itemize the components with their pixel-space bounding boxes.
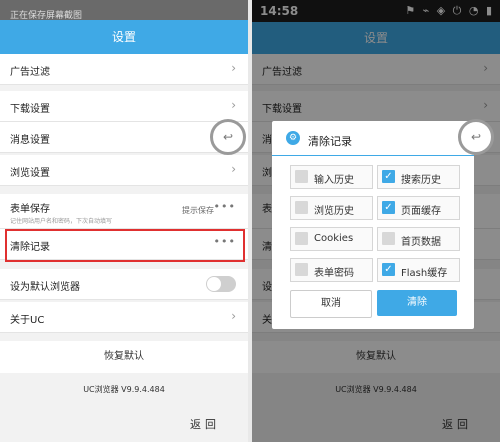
- back-button[interactable]: 返回: [190, 416, 220, 432]
- dialog-divider: [272, 155, 474, 156]
- option-label: Flash缓存: [401, 268, 448, 279]
- option-cookies[interactable]: Cookies: [290, 227, 373, 251]
- chevron-right-icon: ›: [231, 309, 236, 323]
- toggle-knob: [207, 277, 221, 291]
- option-label: 首页数据: [401, 237, 441, 248]
- option-label: 浏览历史: [314, 206, 354, 217]
- clear-button[interactable]: 清除: [377, 290, 457, 316]
- checkbox-checked-icon: ✓: [382, 170, 395, 183]
- option-label: 搜索历史: [401, 175, 441, 186]
- chevron-right-icon: ›: [231, 98, 236, 112]
- checkbox-unchecked-icon: [382, 232, 395, 245]
- option-input-history[interactable]: 输入历史: [290, 165, 373, 189]
- item-value: 提示保存: [182, 206, 214, 215]
- settings-item-about[interactable]: 关于UC ›: [0, 302, 248, 333]
- option-label: 页面缓存: [401, 206, 441, 217]
- settings-item-form-save[interactable]: 表单保存 记住网站用户名和密码，下次自动填写 提示保存 •••: [0, 194, 248, 229]
- checkbox-checked-icon: ✓: [382, 263, 395, 276]
- chevron-right-icon: ›: [231, 162, 236, 176]
- option-label: 输入历史: [314, 175, 354, 186]
- page-title: 设置: [0, 20, 248, 54]
- item-label: 广告过滤: [10, 67, 50, 78]
- option-page-cache[interactable]: ✓ 页面缓存: [377, 196, 460, 220]
- option-form-passwords[interactable]: 表单密码: [290, 258, 373, 282]
- floating-back-icon[interactable]: ↩: [458, 119, 494, 155]
- version-label: UC浏览器 V9.9.4.484: [83, 385, 165, 394]
- checkbox-unchecked-icon: [295, 201, 308, 214]
- settings-screen-right: 14:58 ⚑ ⌁ ◈ ⏻ ◔ ▮ 设置 广告过滤 › 下载设置 › 消 浏 表…: [252, 0, 500, 442]
- checkbox-unchecked-icon: [295, 170, 308, 183]
- item-label: 表单保存: [10, 204, 50, 215]
- option-browse-history[interactable]: 浏览历史: [290, 196, 373, 220]
- floating-back-icon[interactable]: ↩: [210, 119, 246, 155]
- settings-gear-icon: ⚙: [286, 131, 300, 145]
- option-search-history[interactable]: ✓ 搜索历史: [377, 165, 460, 189]
- status-bar: 正在保存屏幕截图: [0, 0, 248, 21]
- settings-item-ad-filter[interactable]: 广告过滤 ›: [0, 54, 248, 85]
- restore-defaults-button[interactable]: 恢复默认: [0, 341, 248, 373]
- clear-records-highlight: [5, 229, 245, 262]
- option-label: Cookies: [314, 233, 354, 244]
- checkbox-checked-icon: ✓: [382, 201, 395, 214]
- option-flash-cache[interactable]: ✓ Flash缓存: [377, 258, 460, 282]
- settings-item-default-browser[interactable]: 设为默认浏览器: [0, 269, 248, 300]
- checkbox-unchecked-icon: [295, 232, 308, 245]
- settings-screen-left: 正在保存屏幕截图 设置 广告过滤 › 下载设置 › 消息设置 浏览设置 › 表单…: [0, 0, 248, 442]
- option-homepage-data[interactable]: 首页数据: [377, 227, 460, 251]
- item-label: 关于UC: [10, 315, 45, 326]
- dialog-title: 清除记录: [308, 135, 352, 148]
- clear-records-dialog: ⚙ 清除记录 输入历史 ✓ 搜索历史 浏览历史 ✓ 页面缓存 Cookies 首…: [272, 121, 474, 329]
- more-icon[interactable]: •••: [214, 200, 236, 213]
- settings-item-browse[interactable]: 浏览设置 ›: [0, 155, 248, 186]
- checkbox-unchecked-icon: [295, 263, 308, 276]
- item-label: 消息设置: [10, 135, 50, 146]
- chevron-right-icon: ›: [231, 61, 236, 75]
- item-label: 设为默认浏览器: [10, 282, 80, 293]
- default-browser-toggle[interactable]: [206, 276, 236, 292]
- item-label: 浏览设置: [10, 168, 50, 179]
- settings-item-download[interactable]: 下载设置 ›: [0, 91, 248, 122]
- item-sublabel: 记住网站用户名和密码，下次自动填写: [10, 218, 113, 225]
- cancel-button[interactable]: 取消: [290, 290, 372, 318]
- item-label: 下载设置: [10, 104, 50, 115]
- option-label: 表单密码: [314, 268, 354, 279]
